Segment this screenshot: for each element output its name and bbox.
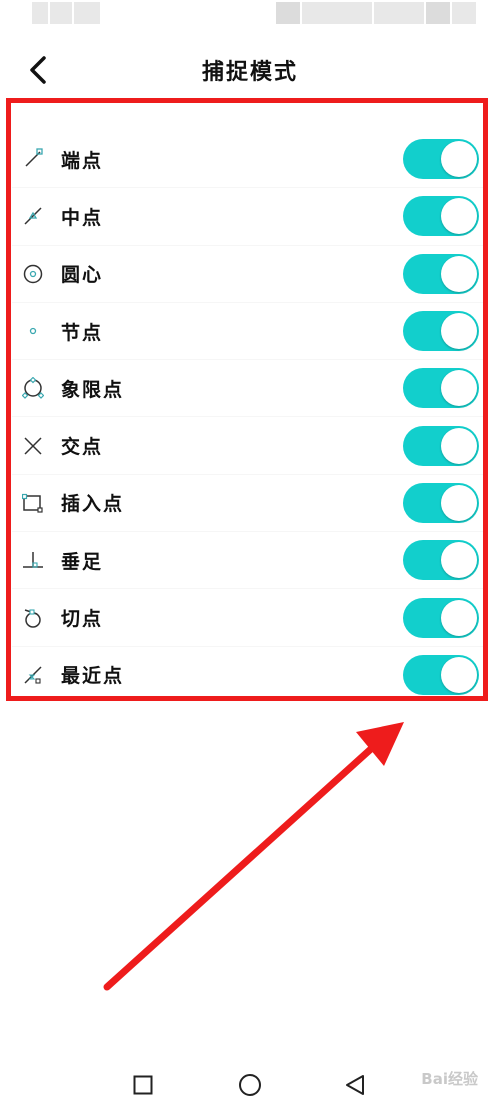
circle-icon [239, 1074, 261, 1096]
square-icon [133, 1075, 153, 1095]
home-button[interactable] [237, 1072, 263, 1098]
annotation-arrow-icon [103, 722, 404, 991]
back-nav-button[interactable] [342, 1072, 368, 1098]
watermark-text: Bai经验 [421, 1070, 478, 1088]
triangle-back-icon [346, 1075, 364, 1095]
recent-apps-button[interactable] [130, 1072, 156, 1098]
